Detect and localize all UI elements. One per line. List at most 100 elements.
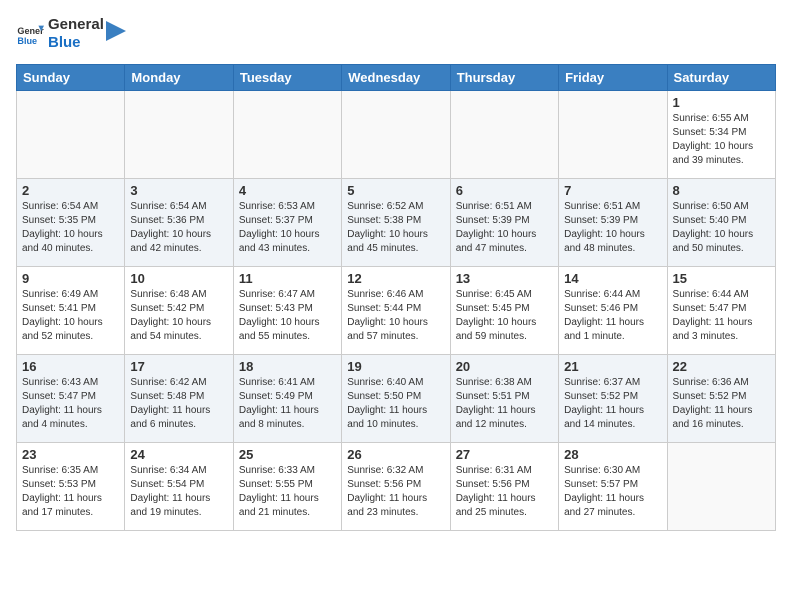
- day-number: 27: [456, 447, 553, 462]
- calendar-week-1: 1Sunrise: 6:55 AM Sunset: 5:34 PM Daylig…: [17, 91, 776, 179]
- calendar-cell: 14 Sunrise: 6:44 AM Sunset: 5:46 PM Dayli…: [559, 267, 667, 355]
- day-number: 25: [239, 447, 336, 462]
- calendar-cell: 5 Sunrise: 6:52 AM Sunset: 5:38 PM Daylig…: [342, 179, 450, 267]
- day-number: 14: [564, 271, 661, 286]
- day-number: 26: [347, 447, 444, 462]
- calendar-cell: [125, 91, 233, 179]
- day-number: 21: [564, 359, 661, 374]
- day-info: Sunrise: 6:35 AM Sunset: 5:53 PM Dayligh…: [22, 464, 119, 520]
- calendar-cell: 4 Sunrise: 6:53 AM Sunset: 5:37 PM Daylig…: [233, 179, 341, 267]
- day-info: Sunrise: 6:55 AM Sunset: 5:34 PM Dayligh…: [673, 112, 770, 168]
- day-number: 10: [130, 271, 227, 286]
- day-number: 20: [456, 359, 553, 374]
- col-header-tuesday: Tuesday: [233, 65, 341, 91]
- day-number: 22: [673, 359, 770, 374]
- calendar-cell: [667, 443, 775, 531]
- logo-icon: General Blue: [16, 20, 44, 48]
- day-info: Sunrise: 6:47 AM Sunset: 5:43 PM Dayligh…: [239, 288, 336, 344]
- calendar-cell: 11 Sunrise: 6:47 AM Sunset: 5:43 PM Dayli…: [233, 267, 341, 355]
- logo: General Blue General Blue: [16, 16, 126, 52]
- calendar-cell: 1Sunrise: 6:55 AM Sunset: 5:34 PM Daylig…: [667, 91, 775, 179]
- calendar-cell: 24 Sunrise: 6:34 AM Sunset: 5:54 PM Dayli…: [125, 443, 233, 531]
- col-header-saturday: Saturday: [667, 65, 775, 91]
- day-info: Sunrise: 6:34 AM Sunset: 5:54 PM Dayligh…: [130, 464, 227, 520]
- day-info: Sunrise: 6:30 AM Sunset: 5:57 PM Dayligh…: [564, 464, 661, 520]
- day-number: 8: [673, 183, 770, 198]
- day-number: 13: [456, 271, 553, 286]
- calendar-cell: 21 Sunrise: 6:37 AM Sunset: 5:52 PM Dayli…: [559, 355, 667, 443]
- day-number: 7: [564, 183, 661, 198]
- col-header-friday: Friday: [559, 65, 667, 91]
- calendar-table: SundayMondayTuesdayWednesdayThursdayFrid…: [16, 64, 776, 531]
- calendar-cell: 26 Sunrise: 6:32 AM Sunset: 5:56 PM Dayli…: [342, 443, 450, 531]
- day-number: 3: [130, 183, 227, 198]
- day-info: Sunrise: 6:33 AM Sunset: 5:55 PM Dayligh…: [239, 464, 336, 520]
- calendar-cell: 17 Sunrise: 6:42 AM Sunset: 5:48 PM Dayli…: [125, 355, 233, 443]
- calendar-week-3: 9 Sunrise: 6:49 AM Sunset: 5:41 PM Daylig…: [17, 267, 776, 355]
- day-number: 18: [239, 359, 336, 374]
- calendar-week-4: 16 Sunrise: 6:43 AM Sunset: 5:47 PM Dayli…: [17, 355, 776, 443]
- calendar-week-5: 23 Sunrise: 6:35 AM Sunset: 5:53 PM Dayli…: [17, 443, 776, 531]
- day-info: Sunrise: 6:36 AM Sunset: 5:52 PM Dayligh…: [673, 376, 770, 432]
- calendar-cell: [559, 91, 667, 179]
- calendar-cell: 7 Sunrise: 6:51 AM Sunset: 5:39 PM Daylig…: [559, 179, 667, 267]
- calendar-cell: 28 Sunrise: 6:30 AM Sunset: 5:57 PM Dayli…: [559, 443, 667, 531]
- day-info: Sunrise: 6:49 AM Sunset: 5:41 PM Dayligh…: [22, 288, 119, 344]
- day-number: 28: [564, 447, 661, 462]
- col-header-thursday: Thursday: [450, 65, 558, 91]
- day-info: Sunrise: 6:40 AM Sunset: 5:50 PM Dayligh…: [347, 376, 444, 432]
- day-number: 15: [673, 271, 770, 286]
- calendar-cell: 12Sunrise: 6:46 AM Sunset: 5:44 PM Dayli…: [342, 267, 450, 355]
- day-info: Sunrise: 6:51 AM Sunset: 5:39 PM Dayligh…: [456, 200, 553, 256]
- day-info: Sunrise: 6:44 AM Sunset: 5:46 PM Dayligh…: [564, 288, 661, 344]
- col-header-sunday: Sunday: [17, 65, 125, 91]
- day-info: Sunrise: 6:54 AM Sunset: 5:36 PM Dayligh…: [130, 200, 227, 256]
- calendar-header-row: SundayMondayTuesdayWednesdayThursdayFrid…: [17, 65, 776, 91]
- day-number: 9: [22, 271, 119, 286]
- day-info: Sunrise: 6:37 AM Sunset: 5:52 PM Dayligh…: [564, 376, 661, 432]
- day-number: 6: [456, 183, 553, 198]
- logo-general: General: [48, 16, 104, 34]
- day-info: Sunrise: 6:53 AM Sunset: 5:37 PM Dayligh…: [239, 200, 336, 256]
- day-info: Sunrise: 6:41 AM Sunset: 5:49 PM Dayligh…: [239, 376, 336, 432]
- calendar-cell: 9 Sunrise: 6:49 AM Sunset: 5:41 PM Daylig…: [17, 267, 125, 355]
- day-number: 4: [239, 183, 336, 198]
- calendar-cell: 16 Sunrise: 6:43 AM Sunset: 5:47 PM Dayli…: [17, 355, 125, 443]
- calendar-cell: 15Sunrise: 6:44 AM Sunset: 5:47 PM Dayli…: [667, 267, 775, 355]
- calendar-cell: 18 Sunrise: 6:41 AM Sunset: 5:49 PM Dayli…: [233, 355, 341, 443]
- day-info: Sunrise: 6:31 AM Sunset: 5:56 PM Dayligh…: [456, 464, 553, 520]
- calendar-cell: 10 Sunrise: 6:48 AM Sunset: 5:42 PM Dayli…: [125, 267, 233, 355]
- col-header-wednesday: Wednesday: [342, 65, 450, 91]
- calendar-cell: 27 Sunrise: 6:31 AM Sunset: 5:56 PM Dayli…: [450, 443, 558, 531]
- svg-text:Blue: Blue: [17, 36, 37, 46]
- day-number: 5: [347, 183, 444, 198]
- day-info: Sunrise: 6:32 AM Sunset: 5:56 PM Dayligh…: [347, 464, 444, 520]
- day-number: 11: [239, 271, 336, 286]
- calendar-cell: 8Sunrise: 6:50 AM Sunset: 5:40 PM Daylig…: [667, 179, 775, 267]
- calendar-cell: 13 Sunrise: 6:45 AM Sunset: 5:45 PM Dayli…: [450, 267, 558, 355]
- logo-blue: Blue: [48, 34, 104, 52]
- day-info: Sunrise: 6:43 AM Sunset: 5:47 PM Dayligh…: [22, 376, 119, 432]
- calendar-cell: 19 Sunrise: 6:40 AM Sunset: 5:50 PM Dayli…: [342, 355, 450, 443]
- calendar-cell: 23 Sunrise: 6:35 AM Sunset: 5:53 PM Dayli…: [17, 443, 125, 531]
- day-info: Sunrise: 6:45 AM Sunset: 5:45 PM Dayligh…: [456, 288, 553, 344]
- calendar-cell: [17, 91, 125, 179]
- day-number: 17: [130, 359, 227, 374]
- day-info: Sunrise: 6:52 AM Sunset: 5:38 PM Dayligh…: [347, 200, 444, 256]
- page-header: General Blue General Blue: [16, 16, 776, 52]
- calendar-cell: [342, 91, 450, 179]
- calendar-cell: 22 Sunrise: 6:36 AM Sunset: 5:52 PM Dayli…: [667, 355, 775, 443]
- day-number: 24: [130, 447, 227, 462]
- logo-arrow-icon: [106, 21, 126, 43]
- day-info: Sunrise: 6:54 AM Sunset: 5:35 PM Dayligh…: [22, 200, 119, 256]
- day-info: Sunrise: 6:48 AM Sunset: 5:42 PM Dayligh…: [130, 288, 227, 344]
- day-info: Sunrise: 6:42 AM Sunset: 5:48 PM Dayligh…: [130, 376, 227, 432]
- calendar-cell: 20Sunrise: 6:38 AM Sunset: 5:51 PM Dayli…: [450, 355, 558, 443]
- day-number: 16: [22, 359, 119, 374]
- day-number: 23: [22, 447, 119, 462]
- calendar-cell: 3 Sunrise: 6:54 AM Sunset: 5:36 PM Daylig…: [125, 179, 233, 267]
- day-info: Sunrise: 6:46 AM Sunset: 5:44 PM Dayligh…: [347, 288, 444, 344]
- day-number: 19: [347, 359, 444, 374]
- calendar-cell: 2Sunrise: 6:54 AM Sunset: 5:35 PM Daylig…: [17, 179, 125, 267]
- day-info: Sunrise: 6:51 AM Sunset: 5:39 PM Dayligh…: [564, 200, 661, 256]
